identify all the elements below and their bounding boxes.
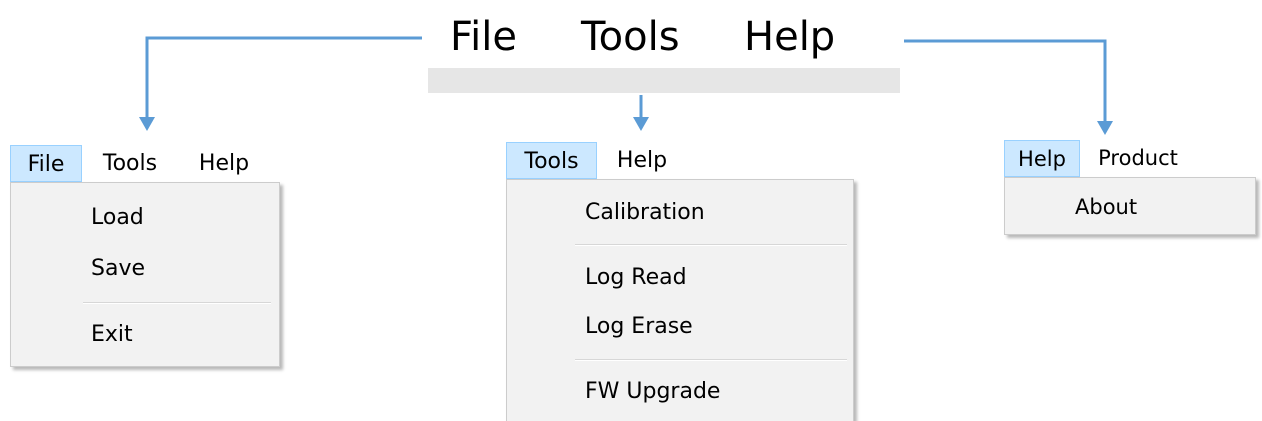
top-menu-strip [428,68,900,93]
menu-tools[interactable]: Tools [92,145,168,182]
top-menu-help[interactable]: Help [744,6,835,68]
menu-separator [575,359,847,361]
help-connector-line [904,39,1107,122]
tools-menu-bar: Tools Help [506,142,854,179]
menu-help[interactable]: Help [1004,140,1080,177]
menu-item-about[interactable]: About [1075,192,1137,222]
top-menu-tools[interactable]: Tools [581,6,680,68]
menu-item-fw-upgrade[interactable]: FW Upgrade [585,377,720,407]
menu-help[interactable]: Help [606,142,678,179]
help-menu-bar: Help Product [1004,140,1256,177]
help-arrowhead-icon [1097,121,1113,135]
file-dropdown: Load Save Exit [10,182,280,367]
help-dropdown: About [1004,177,1256,235]
tools-arrowhead-icon [633,117,649,131]
file-connector-line [145,36,422,118]
menu-separator [575,244,847,246]
top-menu-file[interactable]: File [450,6,517,68]
menu-item-log-erase[interactable]: Log Erase [585,312,693,342]
file-menu-bar: File Tools Help [10,145,280,182]
menu-item-load[interactable]: Load [91,203,144,233]
menu-file[interactable]: File [10,145,82,182]
menu-item-calibration[interactable]: Calibration [585,198,705,228]
top-menu-bar: File Tools Help [428,6,900,68]
menu-product[interactable]: Product [1088,140,1188,177]
tools-dropdown: Calibration Log Read Log Erase FW Upgrad… [506,179,854,421]
menu-item-exit[interactable]: Exit [91,320,133,350]
menu-item-log-read[interactable]: Log Read [585,263,687,293]
menu-help[interactable]: Help [188,145,260,182]
menu-tools[interactable]: Tools [506,142,597,179]
menu-separator [83,302,271,304]
file-arrowhead-icon [139,117,155,131]
menu-item-save[interactable]: Save [91,254,145,284]
